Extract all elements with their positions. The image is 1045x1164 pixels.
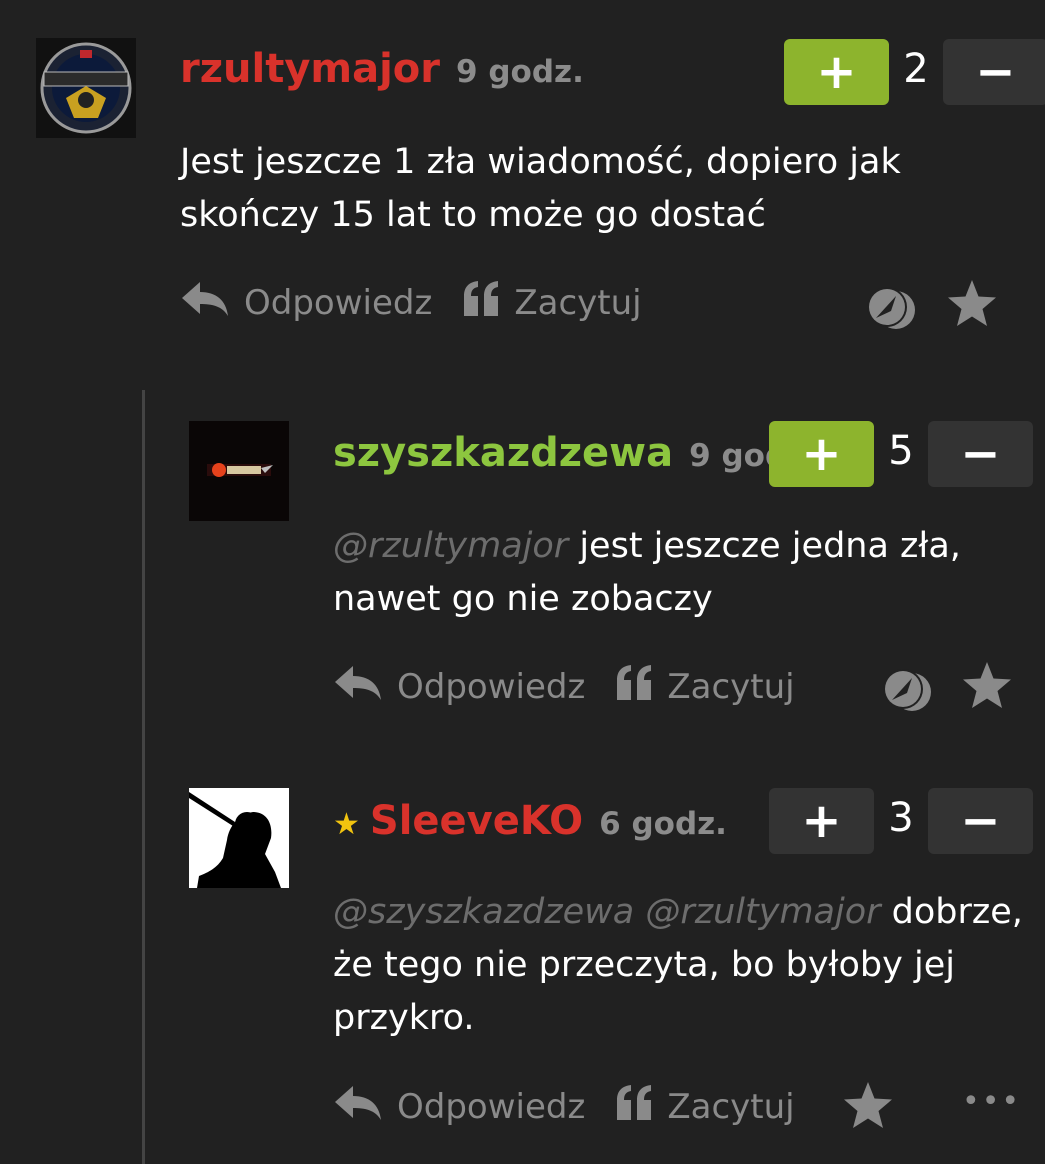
upvote-button[interactable]: + xyxy=(769,421,874,487)
more-options-icon[interactable]: ••• xyxy=(962,1082,1021,1122)
avatar[interactable] xyxy=(189,788,289,888)
downvote-button[interactable]: − xyxy=(943,39,1045,105)
vote-count: 2 xyxy=(903,46,929,92)
vote-widget: + 5 − xyxy=(769,421,1033,487)
quote-button[interactable]: Zacytuj xyxy=(462,280,642,325)
reply-label: Odpowiedz xyxy=(397,1086,586,1127)
favorite-star-icon[interactable] xyxy=(946,278,998,332)
vote-count: 3 xyxy=(888,795,914,841)
upvote-button[interactable]: + xyxy=(784,39,889,105)
author-name[interactable]: SleeveKO xyxy=(370,798,583,844)
quote-icon xyxy=(615,1084,653,1129)
avatar[interactable] xyxy=(189,421,289,521)
author-name[interactable]: szyszkazdzewa xyxy=(333,430,673,476)
quote-icon xyxy=(462,280,500,325)
avatar[interactable] xyxy=(36,38,136,138)
quote-label: Zacytuj xyxy=(667,666,795,707)
quote-label: Zacytuj xyxy=(514,282,642,323)
comment-header: ★ SleeveKO 6 godz. xyxy=(333,798,727,844)
avatar-image xyxy=(189,421,289,521)
thread-line xyxy=(142,390,145,1164)
upvote-button[interactable]: + xyxy=(769,788,874,854)
comment-header: rzultymajor 9 godz. xyxy=(180,46,584,92)
user-mention[interactable]: @szyszkazdzewa @rzultymajor xyxy=(333,892,881,932)
reply-label: Odpowiedz xyxy=(397,666,586,707)
quote-icon xyxy=(615,664,653,709)
quote-button[interactable]: Zacytuj xyxy=(615,664,795,709)
reply-button[interactable]: Odpowiedz xyxy=(333,1082,585,1131)
quote-label: Zacytuj xyxy=(667,1086,795,1127)
author-name[interactable]: rzultymajor xyxy=(180,46,440,92)
vote-widget: + 3 − xyxy=(769,788,1033,854)
quote-button[interactable]: Zacytuj xyxy=(615,1084,795,1129)
vote-widget: + 2 − xyxy=(784,39,1045,105)
favorite-star-icon[interactable] xyxy=(842,1080,894,1134)
comment-header: szyszkazdzewa 9 godz. xyxy=(333,430,817,476)
timestamp: 9 godz. xyxy=(455,54,584,90)
timestamp: 6 godz. xyxy=(599,806,727,842)
vote-count: 5 xyxy=(888,428,914,474)
reply-icon xyxy=(333,1082,383,1131)
reply-label: Odpowiedz xyxy=(244,282,433,323)
downvote-button[interactable]: − xyxy=(928,421,1033,487)
comment-text: @rzultymajor jest jeszcze jedna zła, naw… xyxy=(333,520,1013,626)
avatar-image xyxy=(189,788,289,888)
reply-button[interactable]: Odpowiedz xyxy=(333,662,585,711)
comment-body: Jest jeszcze 1 zła wiadomość, dopiero ja… xyxy=(180,142,901,235)
user-mention[interactable]: @rzultymajor xyxy=(333,526,568,566)
reply-button[interactable]: Odpowiedz xyxy=(180,278,432,327)
comment-text: @szyszkazdzewa @rzultymajor dobrze, że t… xyxy=(333,886,1043,1045)
comment-actions: Odpowiedz Zacytuj xyxy=(333,662,825,711)
downvote-button[interactable]: − xyxy=(928,788,1033,854)
star-icon: ★ xyxy=(333,807,360,842)
comment-actions: Odpowiedz Zacytuj xyxy=(333,1082,825,1131)
compass-icon[interactable] xyxy=(882,666,932,718)
comment-text: Jest jeszcze 1 zła wiadomość, dopiero ja… xyxy=(180,136,960,242)
comment-actions: Odpowiedz Zacytuj xyxy=(180,278,672,327)
comment: rzultymajor 9 godz. + 2 − Jest jeszcze 1… xyxy=(0,0,1045,390)
avatar-image xyxy=(36,38,136,138)
compass-icon[interactable] xyxy=(866,284,916,336)
favorite-star-icon[interactable] xyxy=(961,660,1013,714)
reply-icon xyxy=(333,662,383,711)
reply-icon xyxy=(180,278,230,327)
